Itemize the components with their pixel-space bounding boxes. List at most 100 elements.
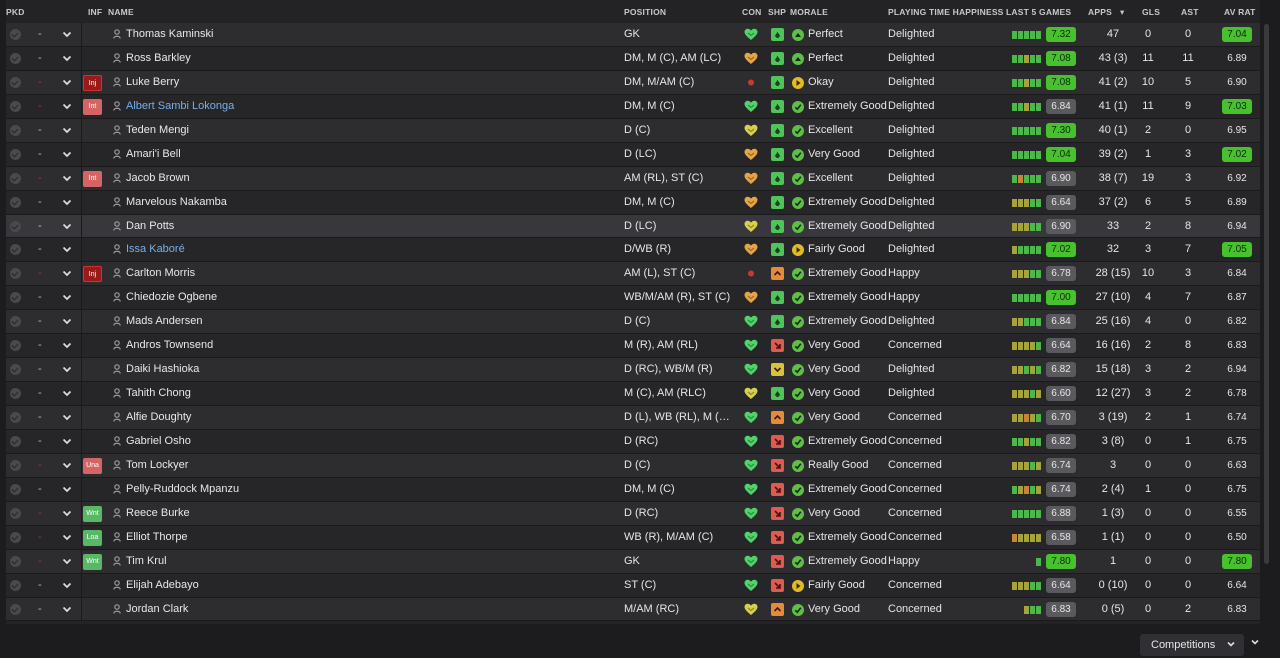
role-dash[interactable]: - <box>38 148 42 160</box>
role-dash[interactable]: - <box>38 100 42 112</box>
picked-check-icon[interactable] <box>10 172 21 184</box>
table-row[interactable]: - Loa Elliot Thorpe WB (R), M/AM (C) Ext… <box>6 525 1260 550</box>
player-name[interactable]: Pelly-Ruddock Mpanzu <box>126 483 239 495</box>
role-dash[interactable]: - <box>38 220 42 232</box>
more-options-chevron-icon[interactable] <box>1250 637 1260 650</box>
table-row[interactable]: - Wnt Tim Krul GK Extremely Good Happy 7… <box>6 549 1260 574</box>
chevron-down-icon[interactable] <box>61 124 73 136</box>
header-shp[interactable]: SHP <box>768 7 786 17</box>
table-row[interactable]: - Mads Andersen D (C) Extremely Good Del… <box>6 310 1260 335</box>
chevron-down-icon[interactable] <box>61 196 73 208</box>
info-badge[interactable]: Inj <box>83 266 102 283</box>
player-name[interactable]: Mads Andersen <box>126 315 202 327</box>
player-name[interactable]: Elijah Adebayo <box>126 579 199 591</box>
player-name[interactable]: Ross Barkley <box>126 52 191 64</box>
player-name[interactable]: Jacob Brown <box>126 172 190 184</box>
picked-check-icon[interactable] <box>10 76 21 88</box>
chevron-down-icon[interactable] <box>61 148 73 160</box>
info-badge[interactable]: Loa <box>83 529 102 546</box>
role-dash[interactable]: - <box>38 363 42 375</box>
role-dash[interactable]: - <box>38 411 42 423</box>
chevron-down-icon[interactable] <box>61 267 73 279</box>
header-position[interactable]: POSITION <box>624 7 666 17</box>
player-name[interactable]: Teden Mengi <box>126 124 189 136</box>
player-name[interactable]: Reece Burke <box>126 507 190 519</box>
chevron-down-icon[interactable] <box>61 579 73 591</box>
table-row[interactable]: - Alfie Doughty D (L), WB (RL), M (L), A… <box>6 406 1260 430</box>
table-row[interactable]: - Thomas Kaminski GK Perfect Delighted 7… <box>6 23 1260 47</box>
chevron-down-icon[interactable] <box>61 28 73 40</box>
player-name[interactable]: Tim Krul <box>126 555 167 567</box>
player-name[interactable]: Jordan Clark <box>126 603 188 615</box>
role-dash[interactable]: - <box>38 28 42 40</box>
chevron-down-icon[interactable] <box>61 435 73 447</box>
chevron-down-icon[interactable] <box>61 483 73 495</box>
picked-check-icon[interactable] <box>10 100 21 112</box>
player-name[interactable]: Amari'i Bell <box>126 148 181 160</box>
picked-check-icon[interactable] <box>10 555 21 567</box>
chevron-down-icon[interactable] <box>61 291 73 303</box>
role-dash[interactable]: - <box>38 124 42 136</box>
picked-check-icon[interactable] <box>10 435 21 447</box>
header-av-rat[interactable]: AV RAT <box>1224 7 1256 17</box>
table-row[interactable]: - Int Albert Sambi Lokonga DM, M (C) Ext… <box>6 94 1260 119</box>
competitions-dropdown[interactable]: Competitions <box>1140 634 1244 656</box>
info-badge[interactable]: Wnt <box>83 553 102 570</box>
table-row[interactable]: - Marvelous Nakamba DM, M (C) Extremely … <box>6 190 1260 215</box>
chevron-down-icon[interactable] <box>61 387 73 399</box>
player-name[interactable]: Dan Potts <box>126 220 174 232</box>
picked-check-icon[interactable] <box>10 483 21 495</box>
table-row[interactable]: - Pelly-Ruddock Mpanzu DM, M (C) Extreme… <box>6 477 1260 502</box>
info-badge[interactable]: Int <box>83 170 102 187</box>
table-row[interactable]: - Elijah Adebayo ST (C) Fairly Good Conc… <box>6 573 1260 598</box>
player-name[interactable]: Luke Berry <box>126 76 179 88</box>
chevron-down-icon[interactable] <box>61 603 73 615</box>
player-name[interactable]: Carlton Morris <box>126 267 195 279</box>
picked-check-icon[interactable] <box>10 124 21 136</box>
header-pkd[interactable]: PKD <box>6 7 25 17</box>
chevron-down-icon[interactable] <box>61 52 73 64</box>
table-row[interactable]: - Wnt Reece Burke D (RC) Very Good Conce… <box>6 501 1260 526</box>
info-badge[interactable]: Inj <box>83 74 102 91</box>
table-row[interactable]: - Una Tom Lockyer D (C) Really Good Conc… <box>6 453 1260 478</box>
picked-check-icon[interactable] <box>10 388 21 400</box>
chevron-down-icon[interactable] <box>61 243 73 255</box>
info-badge[interactable]: Int <box>83 98 102 115</box>
role-dash[interactable]: - <box>38 243 42 255</box>
role-dash[interactable]: - <box>38 507 42 519</box>
picked-check-icon[interactable] <box>10 603 21 615</box>
table-row[interactable]: - Inj Luke Berry DM, M/AM (C) Okay Delig… <box>6 70 1260 95</box>
player-name[interactable]: Gabriel Osho <box>126 435 191 447</box>
role-dash[interactable]: - <box>38 267 42 279</box>
picked-check-icon[interactable] <box>10 412 21 423</box>
table-row[interactable]: - Issa Kaboré D/WB (R) Fairly Good Delig… <box>6 238 1260 263</box>
header-apps[interactable]: APPS ▾ <box>1088 7 1124 18</box>
table-row[interactable]: - Gabriel Osho D (RC) Extremely Good Con… <box>6 429 1260 454</box>
picked-check-icon[interactable] <box>10 52 21 64</box>
header-inf[interactable]: INF <box>88 7 102 17</box>
table-row[interactable]: - Ross Barkley DM, M (C), AM (LC) Perfec… <box>6 46 1260 71</box>
header-last-5-games[interactable]: LAST 5 GAMES <box>1006 7 1071 17</box>
role-dash[interactable]: - <box>38 315 42 327</box>
player-name[interactable]: Thomas Kaminski <box>126 28 213 40</box>
role-dash[interactable]: - <box>38 196 42 208</box>
table-row[interactable]: - Int Jacob Brown AM (RL), ST (C) Excell… <box>6 166 1260 191</box>
header-morale[interactable]: MORALE <box>790 7 828 17</box>
table-row[interactable]: - Amari'i Bell D (LC) Very Good Delighte… <box>6 142 1260 167</box>
header-ast[interactable]: AST <box>1181 7 1199 17</box>
picked-check-icon[interactable] <box>10 244 21 256</box>
role-dash[interactable]: - <box>38 459 42 471</box>
table-row[interactable]: - Inj Carlton Morris AM (L), ST (C) Extr… <box>6 262 1260 287</box>
picked-check-icon[interactable] <box>10 459 21 471</box>
header-gls[interactable]: GLS <box>1142 7 1160 17</box>
table-row[interactable]: - Chiedozie Ogbene WB/M/AM (R), ST (C) E… <box>6 286 1260 311</box>
chevron-down-icon[interactable] <box>61 411 73 423</box>
table-row[interactable]: - Daiki Hashioka D (RC), WB/M (R) Very G… <box>6 358 1260 383</box>
picked-check-icon[interactable] <box>10 268 21 280</box>
header-playing-time-happiness[interactable]: PLAYING TIME HAPPINESS <box>888 7 1004 17</box>
role-dash[interactable]: - <box>38 172 42 184</box>
chevron-down-icon[interactable] <box>61 459 73 471</box>
chevron-down-icon[interactable] <box>61 315 73 327</box>
chevron-down-icon[interactable] <box>61 76 73 88</box>
player-name[interactable]: Albert Sambi Lokonga <box>126 100 234 112</box>
